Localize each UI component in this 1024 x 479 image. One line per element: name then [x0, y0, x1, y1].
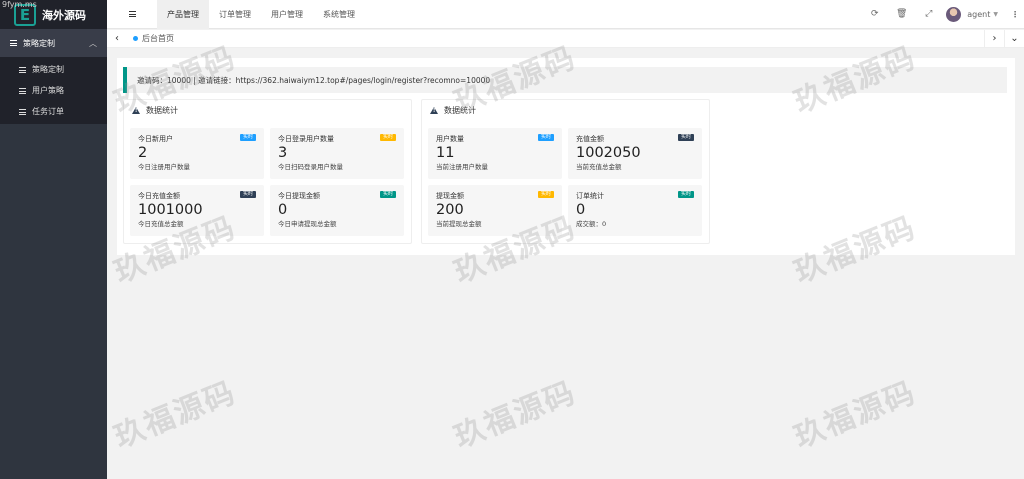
panel-title: 数据统计	[146, 106, 178, 115]
sidebar-group-label: 策略定制	[23, 38, 55, 48]
chevron-left-icon[interactable]: ‹	[107, 30, 127, 48]
stat-card: 实时 今日新用户 2 今日注册用户数量	[130, 128, 264, 179]
stat-card: 实时 订单统计 0 成交额：0	[568, 185, 702, 236]
corner-text: 9fym.ms	[2, 0, 37, 9]
stat-subtext: 当前提现总金额	[436, 220, 482, 228]
refresh-icon[interactable]: ⟳	[861, 0, 888, 29]
realtime-badge: 实时	[677, 134, 694, 141]
sidebar-submenu: 策略定制 用户策略 任务订单	[0, 57, 107, 124]
sidebar-item-task-orders[interactable]: 任务订单	[0, 101, 107, 122]
chevron-up-icon: ︿	[89, 38, 97, 48]
list-icon	[19, 87, 26, 94]
stat-subtext: 成交额：0	[576, 220, 607, 228]
sidebar-item-label: 策略定制	[32, 65, 64, 74]
stat-card: 实时 今日登录用户数量 3 今日扫码登录用户数量	[270, 128, 404, 179]
trash-icon[interactable]: 🗑	[888, 0, 915, 29]
tabbar-right: › ⌄	[984, 29, 1024, 48]
stat-subtext: 今日申请提现总金额	[278, 220, 337, 228]
sidebar-group-strategy[interactable]: 策略定制 ︿	[0, 29, 107, 57]
list-icon	[19, 108, 26, 115]
list-icon	[19, 66, 26, 73]
caret-down-icon: ▼	[993, 10, 998, 18]
realtime-badge: 实时	[239, 191, 256, 198]
top-header: 产品管理 订单管理 用户管理 系统管理 ⟳ 🗑 ⤢ agent ▼ ⋮	[107, 0, 1024, 29]
stats-panel-today: 数据统计 实时 今日新用户 2 今日注册用户数量 实时 今日登录用户数量 3 今…	[123, 99, 412, 244]
stat-subtext: 当前充值总金额	[576, 163, 622, 171]
fullscreen-icon[interactable]: ⤢	[915, 0, 942, 29]
realtime-badge: 实时	[537, 191, 554, 198]
tab-products[interactable]: 产品管理	[157, 0, 209, 29]
main-content: 邀请码：10000 | 邀请链接：https://362.haiwaiym12.…	[117, 58, 1015, 255]
panel-header: 数据统计	[422, 100, 709, 121]
stat-card: 实时 用户数量 11 当前注册用户数量	[428, 128, 562, 179]
sidebar-item-strategy[interactable]: 策略定制	[0, 59, 107, 80]
header-tools: ⟳ 🗑 ⤢ agent ▼ ⋮	[861, 0, 1024, 29]
realtime-badge: 实时	[379, 191, 396, 198]
stat-value: 0	[576, 202, 586, 218]
page-tab-home[interactable]: 后台首页	[127, 33, 180, 44]
stat-value: 1001000	[138, 202, 203, 218]
stat-label: 今日新用户	[138, 135, 173, 143]
sidebar-item-label: 用户策略	[32, 86, 64, 95]
app-title: 海外源码	[42, 8, 86, 22]
stat-label: 今日提现金额	[278, 192, 320, 200]
stat-value: 200	[436, 202, 464, 218]
stat-card: 实时 充值金额 1002050 当前充值总金额	[568, 128, 702, 179]
menu-icon	[128, 11, 136, 17]
stat-subtext: 当前注册用户数量	[436, 163, 488, 171]
stat-label: 今日登录用户数量	[278, 135, 334, 143]
more-icon[interactable]: ⋮	[1006, 0, 1024, 29]
realtime-badge: 实时	[379, 134, 396, 141]
stat-label: 用户数量	[436, 135, 464, 143]
panel-header: 数据统计	[124, 100, 411, 121]
panel-title: 数据统计	[444, 106, 476, 115]
realtime-badge: 实时	[677, 191, 694, 198]
user-name: agent	[967, 9, 991, 19]
sidebar-item-label: 任务订单	[32, 107, 64, 116]
stat-subtext: 今日充值总金额	[138, 220, 184, 228]
stat-value: 1002050	[576, 145, 641, 161]
stat-subtext: 今日注册用户数量	[138, 163, 190, 171]
page-tabbar: ‹ 后台首页 › ⌄	[107, 29, 1024, 48]
stat-value: 3	[278, 145, 288, 161]
list-icon	[10, 40, 17, 46]
stat-label: 充值金额	[576, 135, 604, 143]
user-menu[interactable]: agent ▼	[942, 6, 1006, 22]
tab-system[interactable]: 系统管理	[313, 0, 365, 29]
logo[interactable]: 9fym.ms E 海外源码	[0, 0, 107, 29]
realtime-badge: 实时	[239, 134, 256, 141]
chevron-down-icon[interactable]: ⌄	[1004, 29, 1024, 48]
stat-value: 0	[278, 202, 288, 218]
stat-value: 2	[138, 145, 148, 161]
tab-orders[interactable]: 订单管理	[209, 0, 261, 29]
warning-icon	[132, 107, 140, 114]
avatar	[946, 6, 962, 22]
stat-label: 订单统计	[576, 192, 604, 200]
active-dot-icon	[133, 36, 138, 41]
stat-card: 实时 提现金额 200 当前提现总金额	[428, 185, 562, 236]
watermark: 玖福源码	[109, 375, 242, 456]
stat-label: 提现金额	[436, 192, 464, 200]
stat-card: 实时 今日充值金额 1001000 今日充值总金额	[130, 185, 264, 236]
invite-notice: 邀请码：10000 | 邀请链接：https://362.haiwaiym12.…	[123, 67, 1007, 93]
stat-label: 今日充值金额	[138, 192, 180, 200]
sidebar: 9fym.ms E 海外源码 策略定制 ︿ 策略定制 用户策略 任务订单	[0, 0, 107, 479]
chevron-right-icon[interactable]: ›	[984, 29, 1004, 48]
warning-icon	[430, 107, 438, 114]
watermark: 玖福源码	[449, 375, 582, 456]
stat-subtext: 今日扫码登录用户数量	[278, 163, 343, 171]
stat-card: 实时 今日提现金额 0 今日申请提现总金额	[270, 185, 404, 236]
sidebar-item-user-strategy[interactable]: 用户策略	[0, 80, 107, 101]
watermark: 玖福源码	[789, 375, 922, 456]
tab-users[interactable]: 用户管理	[261, 0, 313, 29]
stats-panel-total: 数据统计 实时 用户数量 11 当前注册用户数量 实时 充值金额 1002050…	[421, 99, 710, 244]
menu-toggle-button[interactable]	[107, 0, 157, 29]
realtime-badge: 实时	[537, 134, 554, 141]
stat-value: 11	[436, 145, 455, 161]
page-tab-label: 后台首页	[142, 34, 174, 43]
